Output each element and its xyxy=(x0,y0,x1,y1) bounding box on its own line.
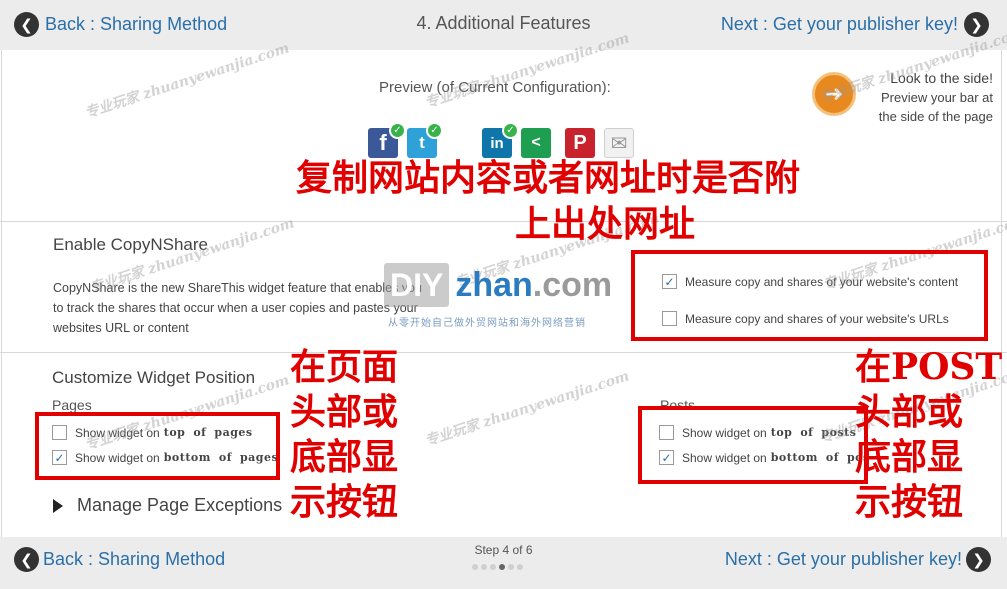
diyzhan-slogan: 从零开始自己做外贸网站和海外网络营销 xyxy=(388,318,586,329)
annotation-copy-line2: 上出处网址 xyxy=(515,203,696,245)
annotation-box-copy xyxy=(631,250,988,341)
step-dot[interactable] xyxy=(490,564,496,570)
top-nav: ❮ Back : Sharing Method 4. Additional Fe… xyxy=(0,0,1007,50)
annotation-copy-line1: 复制网站内容或者网址时是否附 xyxy=(296,157,801,199)
watermark: 专业玩家 zhuanyewanjia.com xyxy=(423,368,632,450)
watermark: 专业玩家 zhuanyewanjia.com xyxy=(83,40,292,122)
sharethis-icon[interactable]: < xyxy=(521,128,551,158)
step-dot[interactable] xyxy=(481,564,487,570)
bottom-nav: ❮ Back : Sharing Method Step 4 of 6 Next… xyxy=(0,537,1007,589)
next-label: Next : Get your publisher key! xyxy=(724,549,962,569)
next-link-bottom[interactable]: Next : Get your publisher key! ❯ xyxy=(725,547,991,572)
next-link-top[interactable]: Next : Get your publisher key! ❯ xyxy=(721,12,989,37)
step-dot[interactable] xyxy=(499,564,505,570)
annotation-post-note: 在POST 头部或 底部显 示按钮 xyxy=(855,346,1003,523)
step-dot[interactable] xyxy=(472,564,478,570)
copynshare-title: Enable CopyNShare xyxy=(53,235,208,254)
widget-position-title: Customize Widget Position xyxy=(52,368,256,387)
step-dot[interactable] xyxy=(517,564,523,570)
pinterest-icon[interactable]: P xyxy=(565,128,595,158)
manage-page-exceptions-toggle[interactable]: Manage Page Exceptions xyxy=(53,495,282,516)
divider xyxy=(0,221,1007,222)
check-badge-icon: ✓ xyxy=(389,122,406,139)
arrow-right-icon: ❯ xyxy=(964,12,989,37)
diyzhan-watermark-logo: DIY zhan .com xyxy=(384,263,612,307)
next-label: Next : Get your publisher key! xyxy=(720,14,958,34)
check-badge-icon: ✓ xyxy=(502,122,519,139)
annotation-box-posts xyxy=(638,406,868,484)
step-dot[interactable] xyxy=(508,564,514,570)
annotation-page-note: 在页面 头部或 底部显 示按钮 xyxy=(290,346,399,523)
pages-label: Pages xyxy=(52,397,92,413)
side-preview-note: Look to the side! Preview your bar at th… xyxy=(878,70,993,124)
frame-left xyxy=(1,50,2,537)
arrow-right-icon: ❯ xyxy=(966,547,991,572)
step-dots xyxy=(472,564,523,570)
caret-right-icon xyxy=(53,498,63,513)
preview-label: Preview (of Current Configuration): xyxy=(379,79,611,96)
manage-label: Manage Page Exceptions xyxy=(77,495,283,515)
email-icon[interactable]: ✉ xyxy=(604,128,634,158)
annotation-box-pages xyxy=(35,412,280,480)
copynshare-description: CopyNShare is the new ShareThis widget f… xyxy=(53,281,422,335)
arrow-right-badge-icon: ➜ xyxy=(812,72,856,116)
check-badge-icon: ✓ xyxy=(426,122,443,139)
